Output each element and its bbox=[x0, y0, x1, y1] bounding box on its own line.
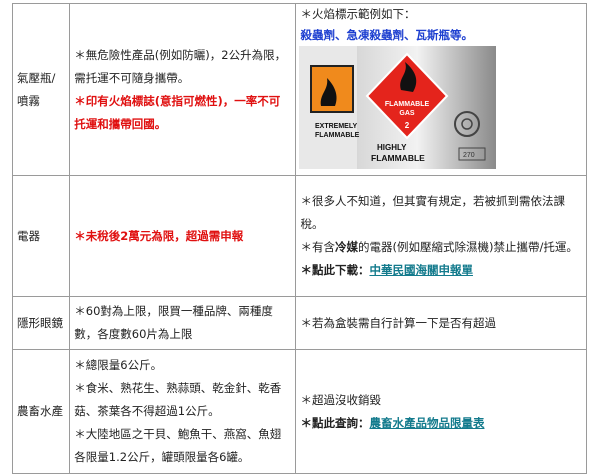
rule-line-warning: ＊印有火焰標誌(意指可燃性)，一率不可托運和攜帶回國。 bbox=[74, 93, 281, 131]
table-row-electronics: 電器 ＊未稅後2萬元為限，超過需申報 ＊很多人不知道，但其實有規定，若被抓到需依… bbox=[11, 175, 587, 297]
diamond-text-2: GAS bbox=[400, 110, 416, 117]
category-label: 氣壓瓶/噴霧 bbox=[17, 70, 56, 108]
category-label: 電器 bbox=[17, 228, 40, 243]
rule-aerosol: ＊無危險性產品(例如防曬)，2公升為限，需托運不可隨身攜帶。 ＊印有火焰標誌(意… bbox=[69, 3, 297, 176]
note-highlight: 殺蟲劑、急凍殺蟲劑、瓦斯瓶等。 bbox=[300, 28, 473, 42]
note-download: ＊點此下載：中華民國海關申報單 bbox=[300, 259, 582, 282]
customs-rules-table: 氣壓瓶/噴霧 ＊無危險性產品(例如防曬)，2公升為限，需托運不可隨身攜帶。 ＊印… bbox=[11, 3, 587, 474]
rule-agriculture: ＊總限量6公斤。 ＊食米、熟花生、熟蒜頭、乾金針、乾香菇、茶葉各不得超過1公斤。… bbox=[69, 349, 297, 474]
table-row-contacts: 隱形眼鏡 ＊60對為上限，限買一種品牌、兩種度數，各度數60片為上限 ＊若為盒裝… bbox=[11, 296, 587, 350]
query-label: ＊點此查詢： bbox=[300, 415, 370, 430]
category-label: 隱形眼鏡 bbox=[17, 315, 63, 330]
download-label: ＊點此下載： bbox=[300, 263, 370, 277]
category-contacts: 隱形眼鏡 bbox=[11, 296, 71, 350]
note-aerosol: ＊火焰標示範例如下： 殺蟲劑、急凍殺蟲劑、瓦斯瓶等。 EXTREMELY FLA… bbox=[295, 3, 587, 176]
note-line: ＊若為盒裝需自行計算一下是否有超過 bbox=[300, 315, 496, 330]
rule-line-warning: ＊未稅後2萬元為限，超過需申報 bbox=[74, 228, 244, 243]
rule-electronics: ＊未稅後2萬元為限，超過需申報 bbox=[69, 175, 297, 297]
category-electronics: 電器 bbox=[11, 175, 71, 297]
table-row-aerosol: 氣壓瓶/噴霧 ＊無危險性產品(例如防曬)，2公升為限，需托運不可隨身攜帶。 ＊印… bbox=[11, 3, 587, 176]
rule-line: ＊無危險性產品(例如防曬)，2公升為限，需托運不可隨身攜帶。 bbox=[74, 47, 287, 85]
diamond-text-3: 2 bbox=[405, 121, 410, 130]
label-text-extremely: EXTREMELY bbox=[315, 123, 357, 130]
rule-contacts: ＊60對為上限，限買一種品牌、兩種度數，各度數60片為上限 bbox=[69, 296, 297, 350]
table-row-agriculture: 農畜水產 ＊總限量6公斤。 ＊食米、熟花生、熟蒜頭、乾金針、乾香菇、茶葉各不得超… bbox=[11, 349, 587, 474]
rule-line: ＊大陸地區之干貝、鮑魚干、燕窩、魚翅各限量1.2公斤，罐頭限量各6罐。 bbox=[74, 427, 282, 464]
note-text: ＊有含 bbox=[300, 240, 335, 254]
agri-limit-link[interactable]: 農畜水產品物品限量表 bbox=[369, 416, 484, 430]
note-query: ＊點此查詢：農畜水產品物品限量表 bbox=[300, 412, 582, 435]
label-text-flammable-2: FLAMMABLE bbox=[371, 153, 425, 163]
note-title: ＊火焰標示範例如下： bbox=[300, 7, 416, 21]
category-agriculture: 農畜水產 bbox=[11, 349, 71, 474]
category-aerosol: 氣壓瓶/噴霧 bbox=[11, 3, 71, 176]
note-electronics: ＊很多人不知道，但其實有規定，若被抓到需依法課稅。 ＊有含冷媒的電器(例如壓縮式… bbox=[295, 175, 587, 297]
rule-line: ＊食米、熟花生、熟蒜頭、乾金針、乾香菇、茶葉各不得超過1公斤。 bbox=[74, 381, 282, 418]
label-text-flammable: FLAMMABLE bbox=[315, 132, 360, 139]
note-line-refrigerant: ＊有含冷媒的電器(例如壓縮式除濕機)禁止攜帶/托運。 bbox=[300, 236, 582, 259]
flammable-label-photo: EXTREMELY FLAMMABLE FLAMMABLE GAS 2 HIGH… bbox=[299, 46, 497, 169]
note-contacts: ＊若為盒裝需自行計算一下是否有超過 bbox=[295, 296, 587, 350]
note-text: 的電器(例如壓縮式除濕機)禁止攜帶/托運。 bbox=[357, 240, 578, 254]
rule-line: ＊60對為上限，限買一種品牌、兩種度數，各度數60片為上限 bbox=[74, 304, 273, 341]
customs-form-link[interactable]: 中華民國海關申報單 bbox=[369, 263, 473, 277]
label-text-highly: HIGHLY bbox=[377, 143, 407, 152]
category-label: 農畜水產 bbox=[17, 404, 63, 418]
note-line: ＊超過沒收銷毀 bbox=[300, 392, 381, 407]
note-bold: 冷媒 bbox=[334, 240, 358, 254]
label-text-corner: 270 bbox=[463, 152, 475, 159]
note-line: ＊很多人不知道，但其實有規定，若被抓到需依法課稅。 bbox=[300, 194, 565, 231]
diamond-text-1: FLAMMABLE bbox=[385, 101, 430, 108]
rule-line: ＊總限量6公斤。 bbox=[74, 358, 163, 372]
note-agriculture: ＊超過沒收銷毀 ＊點此查詢：農畜水產品物品限量表 bbox=[295, 349, 587, 474]
